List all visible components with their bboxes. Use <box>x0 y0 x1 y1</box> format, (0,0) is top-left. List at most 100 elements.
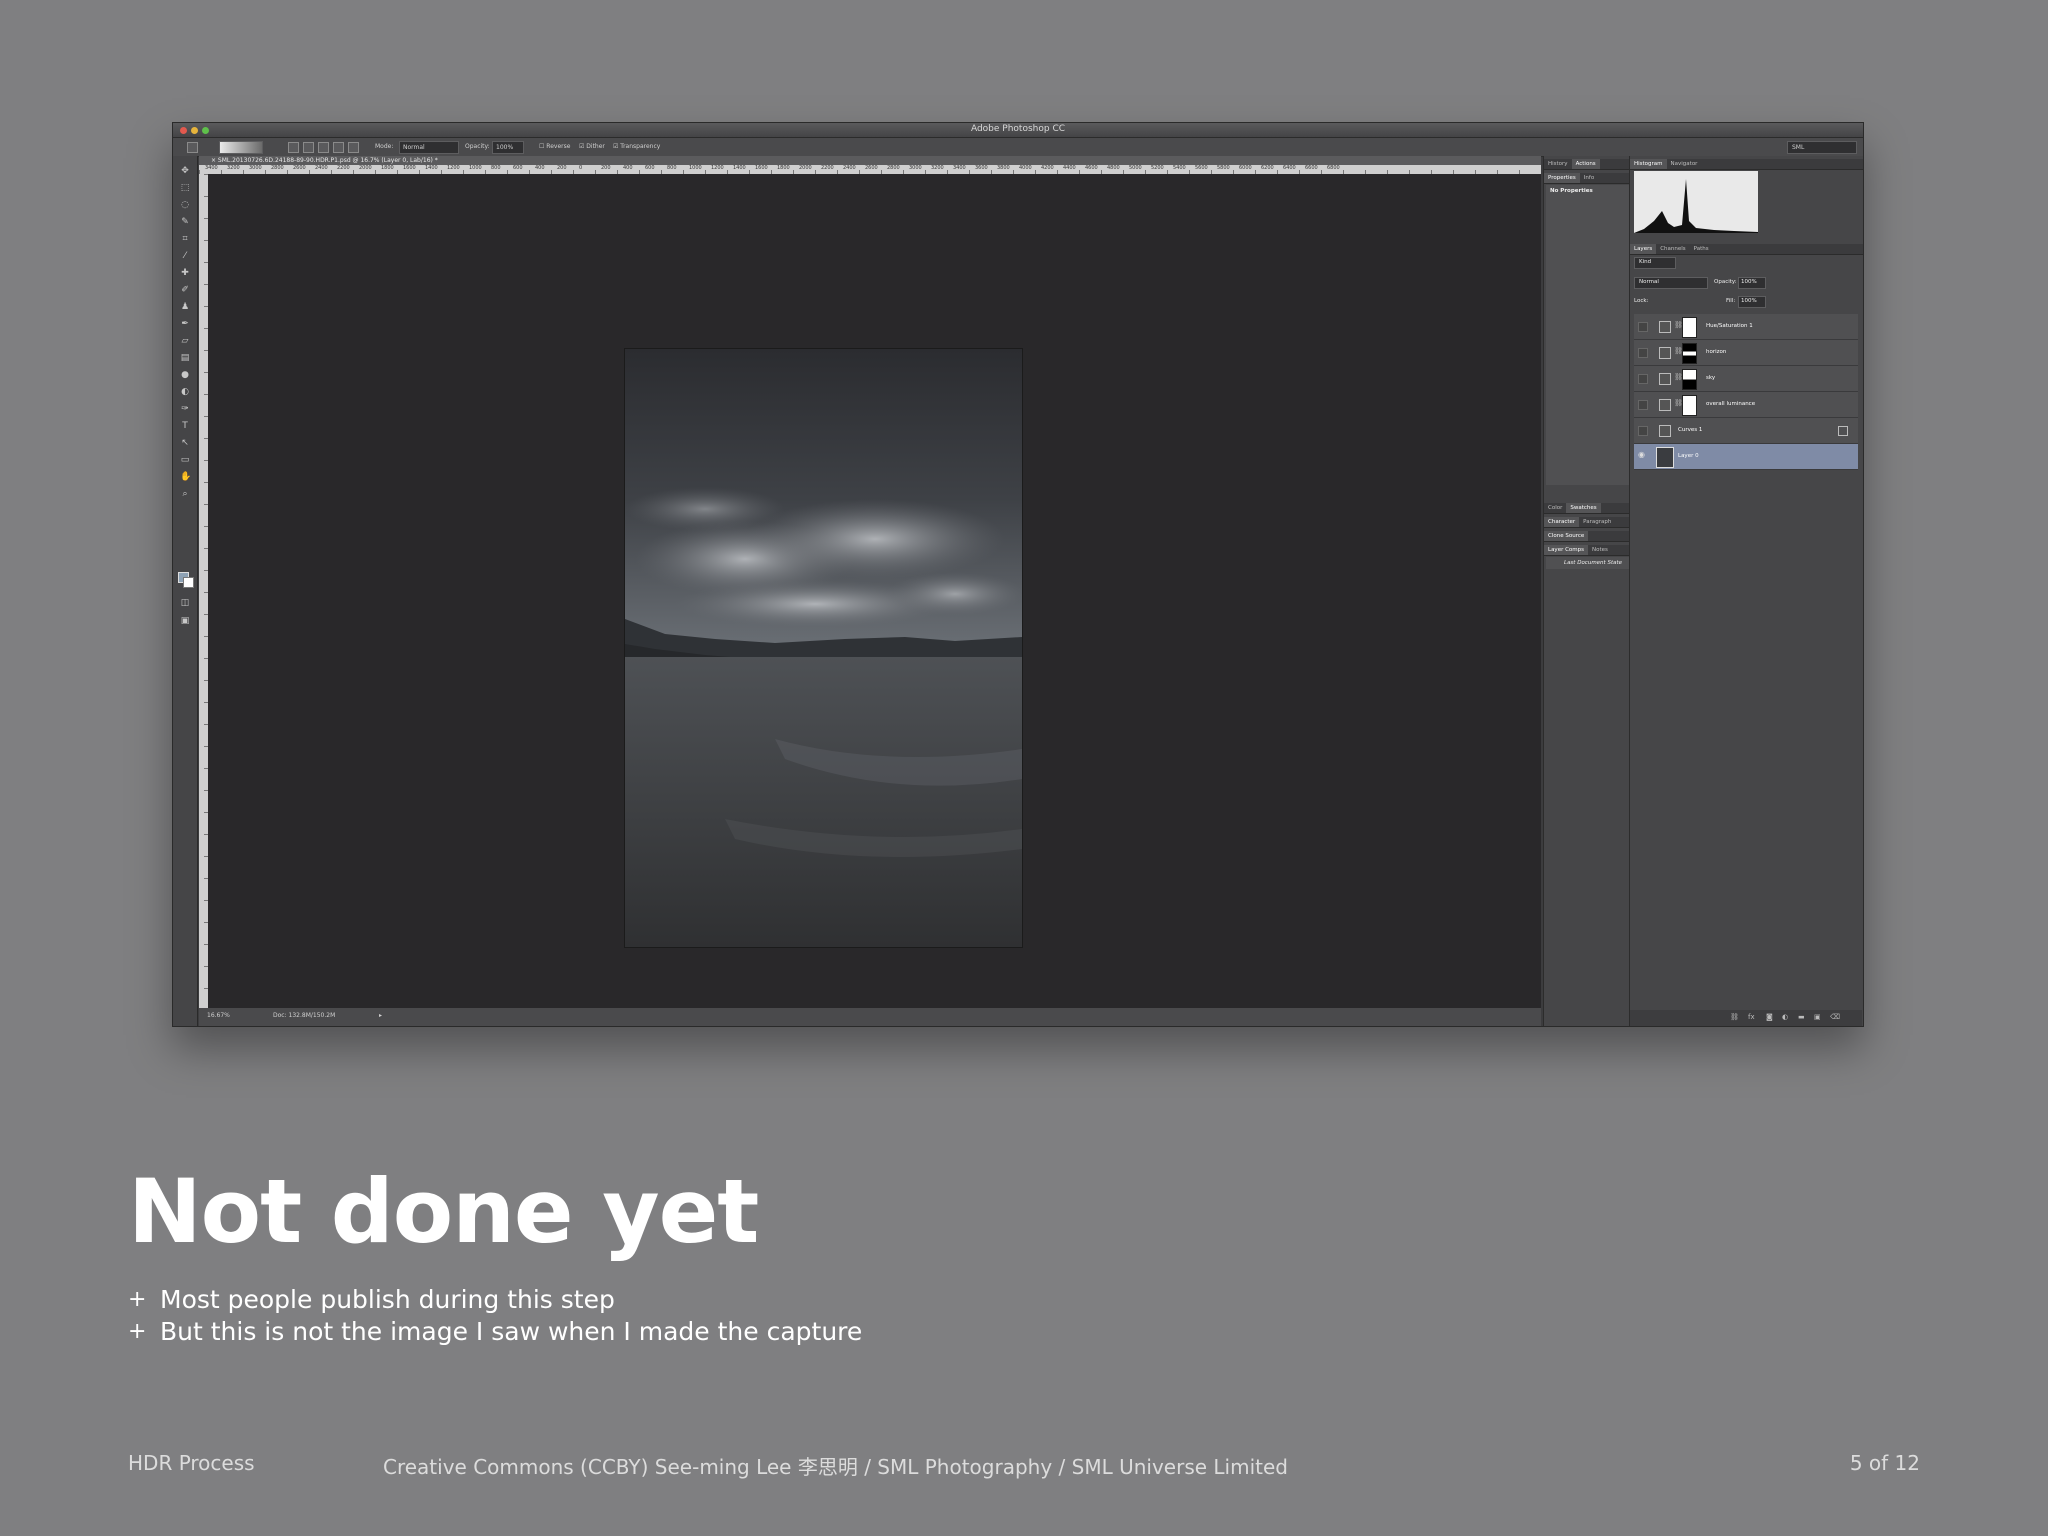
layer-row[interactable]: ⛓ horizon <box>1634 340 1858 366</box>
fill-input[interactable]: 100% <box>1738 296 1766 308</box>
opacity-input[interactable]: 100% <box>492 141 524 154</box>
bullet-marker: + <box>128 1287 147 1312</box>
tab-swatches[interactable]: Swatches <box>1566 503 1601 513</box>
ruler-tick-label: 0 <box>579 165 583 171</box>
layer-row[interactable]: ⛓ Hue/Saturation 1 <box>1634 314 1858 340</box>
tab-layer-comps[interactable]: Layer Comps <box>1544 545 1589 555</box>
visibility-toggle[interactable] <box>1638 374 1648 384</box>
new-group-icon[interactable]: ▬ <box>1798 1013 1805 1021</box>
visibility-toggle[interactable] <box>1638 322 1648 332</box>
tab-properties[interactable]: Properties <box>1544 173 1580 183</box>
trash-icon[interactable]: ⌫ <box>1830 1013 1840 1021</box>
angle-gradient-icon[interactable] <box>318 142 329 153</box>
reflected-gradient-icon[interactable] <box>333 142 344 153</box>
zoom-tool-icon[interactable]: ⌕ <box>180 489 190 499</box>
zoom-level[interactable]: 16.67% <box>207 1012 230 1019</box>
tab-navigator[interactable]: Navigator <box>1667 159 1702 169</box>
status-menu-arrow-icon[interactable]: ▸ <box>379 1012 382 1019</box>
pen-tool-icon[interactable]: ✑ <box>180 404 190 414</box>
ruler-tick-label: 1200 <box>447 165 460 171</box>
path-select-icon[interactable]: ↖ <box>180 438 190 448</box>
layer-row[interactable]: ⛓ overall luminance <box>1634 392 1858 418</box>
layer-row-selected[interactable]: ◉ Layer 0 <box>1634 444 1858 470</box>
background-color-swatch[interactable] <box>183 577 194 588</box>
footer-section-title: HDR Process <box>128 1451 255 1475</box>
history-brush-icon[interactable]: ✒ <box>180 319 190 329</box>
radial-gradient-icon[interactable] <box>303 142 314 153</box>
dither-checkbox[interactable]: ☑ Dither <box>579 143 605 150</box>
layer-row[interactable]: ⛓ sky <box>1634 366 1858 392</box>
quick-select-tool-icon[interactable]: ✎ <box>180 217 190 227</box>
tab-paragraph[interactable]: Paragraph <box>1579 517 1615 527</box>
lasso-tool-icon[interactable]: ◌ <box>180 200 190 210</box>
layer-row[interactable]: Curves 1 <box>1634 418 1858 444</box>
layer-mask-thumbnail[interactable] <box>1682 369 1697 390</box>
visibility-toggle[interactable] <box>1638 348 1648 358</box>
photoshop-window: Adobe Photoshop CC Mode: Normal Opacity:… <box>172 122 1864 1027</box>
diamond-gradient-icon[interactable] <box>348 142 359 153</box>
blend-mode-select[interactable]: Normal <box>1634 277 1708 289</box>
link-layers-icon[interactable]: ⛓ <box>1730 1013 1739 1021</box>
layer-opacity-input[interactable]: 100% <box>1738 277 1766 289</box>
type-tool-icon[interactable]: T <box>180 421 190 431</box>
tab-paths[interactable]: Paths <box>1690 244 1713 254</box>
add-mask-icon[interactable]: ◙ <box>1766 1013 1773 1021</box>
document-tab[interactable]: × SML.20130726.6D.24188-89-90.HDR.P1.psd… <box>199 156 1541 165</box>
visibility-toggle[interactable] <box>1638 400 1648 410</box>
gradient-preview[interactable] <box>219 141 263 154</box>
adjustment-layer-icon[interactable]: ◐ <box>1782 1013 1788 1021</box>
mode-select[interactable]: Normal <box>399 141 459 154</box>
crop-tool-icon[interactable]: ⌗ <box>180 234 190 244</box>
layer-mask-thumbnail[interactable] <box>1682 395 1697 416</box>
new-layer-icon[interactable]: ▣ <box>1814 1013 1821 1021</box>
ruler-tick-label: 4400 <box>1063 165 1076 171</box>
tab-color[interactable]: Color <box>1544 503 1566 513</box>
workspace-select[interactable]: SML <box>1787 141 1857 154</box>
gradient-tool-icon[interactable] <box>187 142 198 153</box>
footer-credit: Creative Commons (CCBY) See-ming Lee 李思明… <box>383 1455 1288 1479</box>
lock-label: Lock: <box>1634 298 1649 304</box>
rectangle-tool-icon[interactable]: ▭ <box>180 455 190 465</box>
layer-thumbnail[interactable] <box>1656 447 1674 468</box>
tab-histogram[interactable]: Histogram <box>1630 159 1667 169</box>
canvas-area[interactable] <box>208 174 1541 1008</box>
move-tool-icon[interactable]: ✥ <box>180 166 190 176</box>
tab-channels[interactable]: Channels <box>1656 244 1689 254</box>
marquee-tool-icon[interactable]: ⬚ <box>180 183 190 193</box>
doc-size[interactable]: Doc: 132.8M/150.2M <box>273 1012 335 1019</box>
hand-tool-icon[interactable]: ✋ <box>180 472 191 482</box>
dodge-tool-icon[interactable]: ◐ <box>180 387 190 397</box>
tab-character[interactable]: Character <box>1544 517 1580 527</box>
tab-info[interactable]: Info <box>1580 173 1598 183</box>
screen-mode-icon[interactable]: ▣ <box>180 616 190 626</box>
tab-layers[interactable]: Layers <box>1630 244 1657 254</box>
reverse-checkbox[interactable]: ☐ Reverse <box>539 143 570 150</box>
tab-notes[interactable]: Notes <box>1588 545 1612 555</box>
clone-stamp-icon[interactable]: ♟ <box>180 302 190 312</box>
tab-history[interactable]: History <box>1544 159 1572 169</box>
tab-clone-source[interactable]: Clone Source <box>1544 531 1589 541</box>
tab-actions[interactable]: Actions <box>1571 159 1600 169</box>
blur-tool-icon[interactable]: ● <box>180 370 190 380</box>
layer-mask-thumbnail[interactable] <box>1682 343 1697 364</box>
transparency-checkbox[interactable]: ☑ Transparency <box>613 143 660 150</box>
ruler-tick-label: 2400 <box>315 165 328 171</box>
linear-gradient-icon[interactable] <box>288 142 299 153</box>
visibility-toggle[interactable] <box>1638 426 1648 436</box>
ruler-tick-label: 2800 <box>887 165 900 171</box>
eyedropper-tool-icon[interactable]: ⁄ <box>180 251 190 261</box>
eye-icon[interactable]: ◉ <box>1638 450 1646 459</box>
ruler-tick-label: 2600 <box>293 165 306 171</box>
fx-icon[interactable]: fx <box>1748 1013 1755 1021</box>
gradient-tool-icon[interactable]: ▤ <box>180 353 190 363</box>
healing-brush-icon[interactable]: ✚ <box>180 268 190 278</box>
ruler-tick-label: 3000 <box>249 165 262 171</box>
ruler-tick-label: 5800 <box>1217 165 1230 171</box>
brush-tool-icon[interactable]: ✐ <box>180 285 190 295</box>
ruler-tick-label: 400 <box>535 165 545 171</box>
eraser-tool-icon[interactable]: ▱ <box>180 336 190 346</box>
layer-mask-thumbnail[interactable] <box>1682 317 1697 338</box>
layer-kind-filter[interactable]: Kind <box>1634 257 1676 269</box>
curves-icon <box>1659 347 1671 359</box>
quick-mask-icon[interactable]: ◫ <box>180 598 190 608</box>
